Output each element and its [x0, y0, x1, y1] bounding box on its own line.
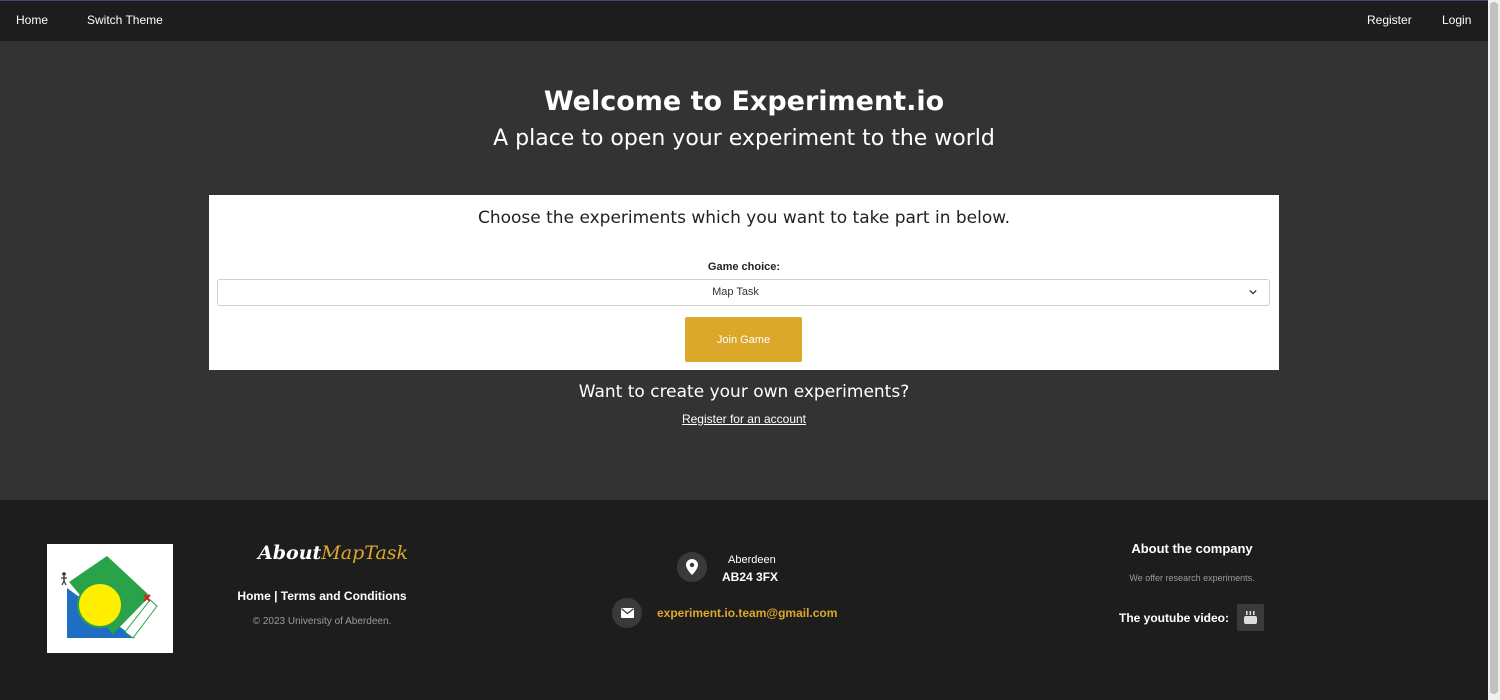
create-experiments-heading: Want to create your own experiments?	[578, 382, 910, 402]
brand-word-about: About	[258, 542, 322, 564]
scrollbar-thumb[interactable]	[1490, 2, 1498, 694]
game-choice-selected-value: Map Task	[712, 286, 759, 298]
maptask-logo	[47, 544, 173, 653]
page-title: Welcome to Experiment.io	[543, 86, 945, 117]
page-scrollbar[interactable]	[1488, 0, 1500, 700]
copyright-text: © 2023 University of Aberdeen.	[252, 616, 392, 627]
map-marker-icon	[677, 552, 707, 582]
top-navbar: Home Switch Theme Register Login	[0, 0, 1488, 41]
footer-terms-link[interactable]: Terms and Conditions	[281, 589, 407, 603]
contact-email-link[interactable]: experiment.io.team@gmail.com	[657, 606, 837, 620]
card-heading: Choose the experiments which you want to…	[477, 208, 1011, 228]
footer-home-link[interactable]: Home	[237, 589, 270, 603]
envelope-icon	[612, 598, 642, 628]
game-choice-label: Game choice:	[707, 261, 781, 273]
footer-links: Home | Terms and Conditions	[222, 589, 422, 603]
nav-home-link[interactable]: Home	[16, 13, 48, 27]
chevron-down-icon	[1249, 289, 1257, 295]
footer: AboutMapTask Home | Terms and Conditions…	[0, 500, 1488, 700]
game-choice-select[interactable]: Map Task	[217, 279, 1270, 306]
address-city: Aberdeen	[728, 554, 776, 566]
nav-login-link[interactable]: Login	[1442, 13, 1471, 27]
about-company-heading: About the company	[1131, 541, 1253, 556]
youtube-button[interactable]	[1237, 604, 1264, 631]
nav-switch-theme-link[interactable]: Switch Theme	[87, 13, 163, 27]
game-choice-card: Choose the experiments which you want to…	[209, 195, 1279, 370]
about-company-text: We offer research experiments.	[1129, 573, 1255, 583]
youtube-icon	[1244, 611, 1257, 624]
footer-link-separator: |	[274, 589, 278, 603]
about-maptask-brand: AboutMapTask	[258, 542, 408, 564]
brand-word-maptask: MapTask	[321, 542, 409, 564]
register-account-link[interactable]: Register for an account	[0, 412, 1488, 426]
page-subtitle: A place to open your experiment to the w…	[493, 126, 995, 151]
nav-register-link[interactable]: Register	[1367, 13, 1412, 27]
join-game-button[interactable]: Join Game	[685, 317, 802, 362]
youtube-label: The youtube video:	[1119, 611, 1230, 625]
address-postcode: AB24 3FX	[722, 570, 779, 584]
